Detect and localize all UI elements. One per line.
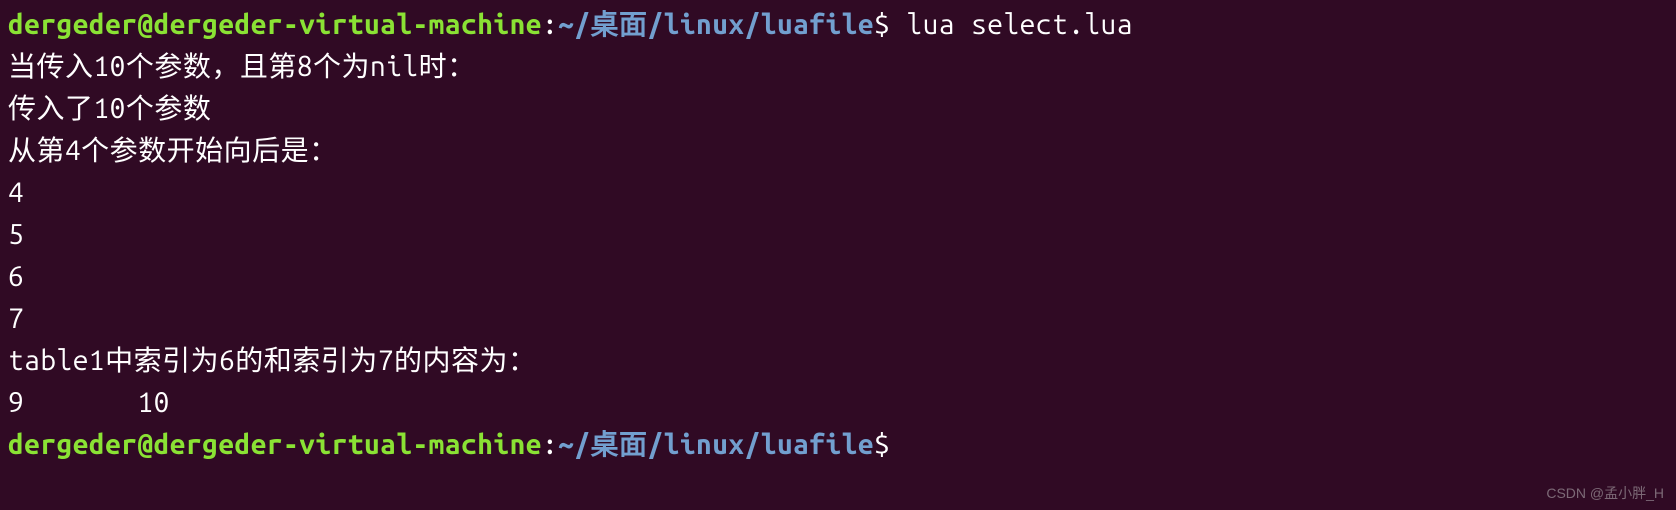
terminal-line-prompt: dergeder@dergeder-virtual-machine:~/桌面/l…	[8, 4, 1668, 46]
watermark-text: CSDN @孟小胖_H	[1546, 483, 1664, 504]
output-line: 传入了10个参数	[8, 88, 1668, 130]
prompt-dollar: $	[874, 9, 890, 40]
terminal-line-prompt[interactable]: dergeder@dergeder-virtual-machine:~/桌面/l…	[8, 424, 1668, 466]
output-line: 7	[8, 298, 1668, 340]
prompt-user: dergeder@dergeder-virtual-machine	[8, 9, 542, 40]
output-line: 5	[8, 214, 1668, 256]
prompt-colon: :	[542, 429, 558, 460]
output-line: 6	[8, 256, 1668, 298]
output-line: 4	[8, 172, 1668, 214]
prompt-path: ~/桌面/linux/luafile	[558, 429, 874, 460]
output-line: table1中索引为6的和索引为7的内容为：	[8, 340, 1668, 382]
prompt-user: dergeder@dergeder-virtual-machine	[8, 429, 542, 460]
output-line: 9 10	[8, 382, 1668, 424]
prompt-colon: :	[542, 9, 558, 40]
output-line: 当传入10个参数，且第8个为nil时：	[8, 46, 1668, 88]
prompt-dollar: $	[874, 429, 890, 460]
output-line: 从第4个参数开始向后是：	[8, 130, 1668, 172]
command-text: lua select.lua	[890, 9, 1133, 40]
prompt-path: ~/桌面/linux/luafile	[558, 9, 874, 40]
